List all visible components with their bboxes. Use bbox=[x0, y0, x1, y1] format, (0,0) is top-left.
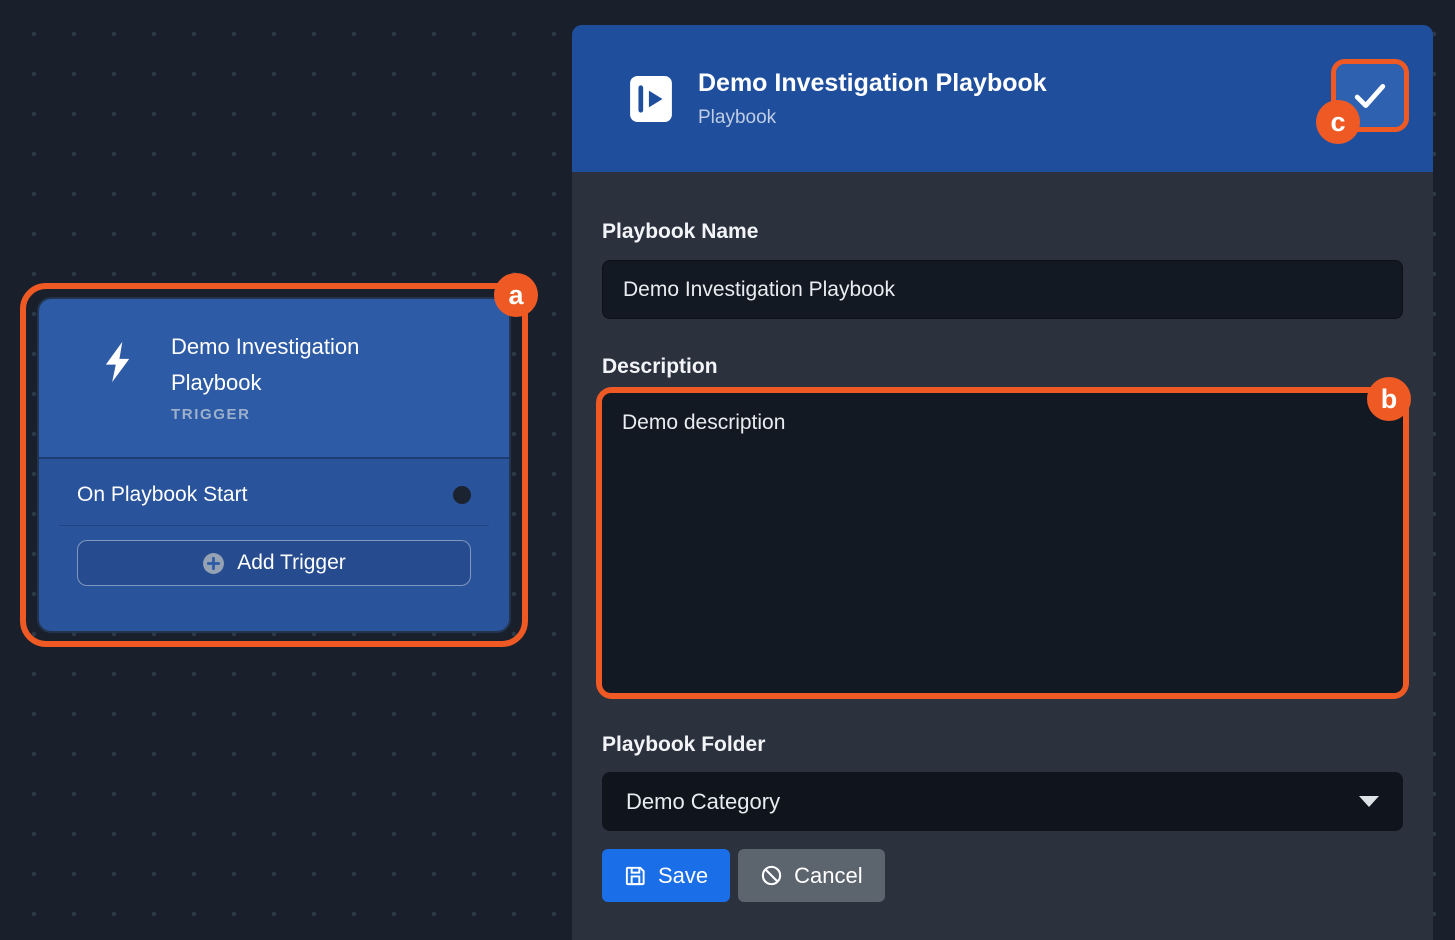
save-button-label: Save bbox=[658, 863, 708, 889]
playbook-folder-select[interactable]: Demo Category bbox=[602, 772, 1403, 831]
playbook-canvas[interactable]: Demo Investigation Playbook TRIGGER On P… bbox=[0, 0, 1455, 940]
annotation-b-box: Demo description b bbox=[596, 387, 1409, 699]
check-icon bbox=[1354, 83, 1386, 109]
annotation-a-badge: a bbox=[494, 273, 538, 317]
trigger-node-card[interactable]: Demo Investigation Playbook TRIGGER On P… bbox=[37, 297, 511, 633]
panel-title: Demo Investigation Playbook bbox=[698, 69, 1047, 98]
trigger-list: On Playbook Start Add Trigger bbox=[39, 457, 509, 631]
cancel-ban-icon bbox=[760, 864, 783, 887]
annotation-a-box: Demo Investigation Playbook TRIGGER On P… bbox=[20, 283, 528, 647]
node-title: Demo Investigation Playbook bbox=[171, 329, 386, 401]
cancel-button-label: Cancel bbox=[794, 863, 862, 889]
description-textarea[interactable]: Demo description bbox=[602, 393, 1403, 693]
playbook-folder-value: Demo Category bbox=[626, 789, 780, 815]
playbook-folder-label: Playbook Folder bbox=[602, 733, 1403, 757]
lightning-icon bbox=[97, 339, 143, 457]
annotation-b-badge: b bbox=[1367, 377, 1411, 421]
annotation-c-badge: c bbox=[1316, 100, 1360, 144]
playbook-settings-panel: Demo Investigation Playbook Playbook c P… bbox=[572, 25, 1433, 940]
save-floppy-icon bbox=[624, 864, 647, 887]
trigger-port-dot[interactable] bbox=[453, 486, 471, 504]
node-type-label: TRIGGER bbox=[171, 406, 386, 423]
description-label: Description bbox=[602, 355, 1403, 379]
annotation-c-box: c bbox=[1331, 59, 1409, 132]
plus-circle-icon bbox=[202, 552, 225, 575]
chevron-down-icon bbox=[1359, 796, 1379, 807]
trigger-row-on-playbook-start[interactable]: On Playbook Start bbox=[59, 469, 489, 526]
form-actions: Save Cancel bbox=[602, 849, 1403, 902]
add-trigger-label: Add Trigger bbox=[237, 551, 346, 575]
panel-header-text: Demo Investigation Playbook Playbook bbox=[698, 69, 1047, 129]
add-trigger-button[interactable]: Add Trigger bbox=[77, 540, 471, 586]
playbook-name-input[interactable] bbox=[602, 260, 1403, 319]
panel-subtitle: Playbook bbox=[698, 107, 1047, 129]
playbook-icon bbox=[630, 76, 672, 122]
cancel-button[interactable]: Cancel bbox=[738, 849, 884, 902]
playbook-name-label: Playbook Name bbox=[602, 220, 1403, 244]
panel-body: Playbook Name Description Demo descripti… bbox=[572, 172, 1433, 902]
save-button[interactable]: Save bbox=[602, 849, 730, 902]
trigger-node-header: Demo Investigation Playbook TRIGGER bbox=[39, 299, 509, 457]
trigger-node-text: Demo Investigation Playbook TRIGGER bbox=[171, 329, 386, 457]
panel-header: Demo Investigation Playbook Playbook c bbox=[572, 25, 1433, 172]
trigger-row-label: On Playbook Start bbox=[77, 483, 247, 507]
